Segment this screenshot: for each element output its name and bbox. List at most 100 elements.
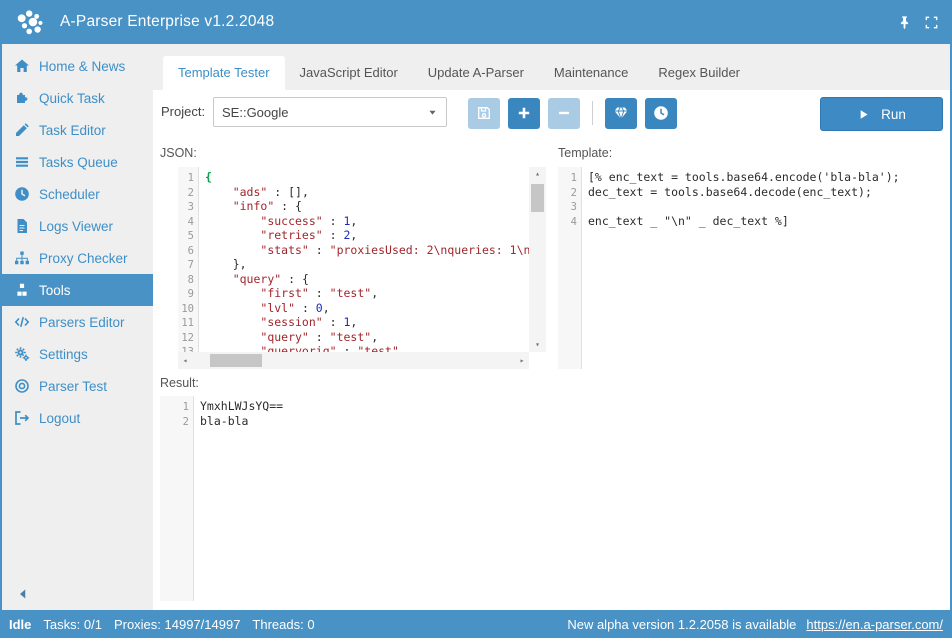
add-button[interactable] [508, 98, 540, 129]
update-available-text: New alpha version 1.2.2058 is available [567, 617, 796, 632]
scroll-up-arrow-icon[interactable]: ▴ [529, 167, 546, 181]
scroll-down-arrow-icon[interactable]: ▾ [529, 338, 546, 352]
code-line: 3 "info" : { [178, 199, 529, 214]
sidebar-item-tasks-queue[interactable]: Tasks Queue [0, 146, 153, 178]
code-line: 9 "first" : "test", [178, 286, 529, 301]
sidebar-item-home-news[interactable]: Home & News [0, 50, 153, 82]
line-number: 2 [160, 415, 194, 430]
line-number: 1 [558, 171, 582, 186]
result-panel-label: Result: [160, 376, 199, 390]
remove-button[interactable] [548, 98, 580, 129]
run-button[interactable]: Run [820, 97, 943, 131]
json-code-area[interactable]: 1{2 "ads" : [],3 "info" : {4 "success" :… [178, 167, 529, 352]
sidebar-item-logout[interactable]: Logout [0, 402, 153, 434]
json-editor: 1{2 "ads" : [],3 "info" : {4 "success" :… [178, 167, 546, 369]
chevron-down-icon [427, 107, 438, 118]
clock-icon [653, 105, 669, 121]
sidebar-item-logs-viewer[interactable]: Logs Viewer [0, 210, 153, 242]
code-line: 13 "queryorig" : "test", [178, 344, 529, 352]
status-threads: Threads: 0 [252, 617, 314, 632]
result-code-area[interactable]: 1YmxhLWJsYQ==2bla-bla [160, 396, 948, 601]
clock-icon [14, 186, 30, 202]
gears-icon [14, 346, 30, 362]
presets-button[interactable] [605, 98, 637, 129]
sidebar-item-proxy-checker[interactable]: Proxy Checker [0, 242, 153, 274]
tab-update-a-parser[interactable]: Update A-Parser [413, 56, 539, 90]
code-line: 4 "success" : 1, [178, 214, 529, 229]
tab-template-tester[interactable]: Template Tester [163, 56, 285, 90]
sidebar-menu: Home & NewsQuick TaskTask Editor Tasks Qu… [0, 50, 153, 434]
pin-icon[interactable] [897, 15, 912, 30]
code-line: 1[% enc_text = tools.base64.encode('bla-… [558, 170, 948, 185]
code-line: 12 "query" : "test", [178, 330, 529, 345]
vscroll-thumb[interactable] [531, 184, 544, 212]
json-panel-label: JSON: [160, 146, 197, 160]
code-line: 5 "retries" : 2, [178, 228, 529, 243]
hscroll-thumb[interactable] [210, 354, 262, 367]
toolbar-separator [592, 101, 593, 125]
tab-regex-builder[interactable]: Regex Builder [643, 56, 755, 90]
sidebar-item-task-editor[interactable]: Task Editor [0, 114, 153, 146]
code-line: 2dec_text = tools.base64.decode(enc_text… [558, 185, 948, 200]
sidebar-item-label: Parsers Editor [39, 315, 125, 330]
sidebar-item-label: Scheduler [39, 187, 100, 202]
home-icon [14, 58, 30, 74]
code-line: 1{ [178, 170, 529, 185]
window-title: A-Parser Enterprise v1.2.2048 [60, 13, 274, 31]
status-left-items: IdleTasks: 0/1Proxies: 14997/14997Thread… [9, 617, 315, 632]
fullscreen-icon[interactable] [924, 15, 939, 30]
gem-icon [613, 105, 629, 121]
json-vscrollbar[interactable]: ▴ ▾ [529, 167, 546, 352]
history-button[interactable] [645, 98, 677, 129]
update-link[interactable]: https://en.a-parser.com/ [806, 617, 943, 632]
tab-javascript-editor[interactable]: JavaScript Editor [285, 56, 413, 90]
cubes-icon [14, 282, 30, 298]
sidebar-item-label: Tasks Queue [39, 155, 118, 170]
project-label: Project: [161, 104, 205, 119]
status-tasks: Tasks: 0/1 [43, 617, 102, 632]
code-line: 10 "lvl" : 0, [178, 301, 529, 316]
sidebar-item-parsers-editor[interactable]: Parsers Editor [0, 306, 153, 338]
sidebar-collapse-arrow[interactable] [17, 588, 29, 600]
code-icon [14, 314, 30, 330]
line-number: 11 [178, 316, 199, 331]
code-line: 11 "session" : 1, [178, 315, 529, 330]
line-number: 1 [178, 171, 199, 186]
target-icon [14, 378, 30, 394]
code-line: 3 [558, 199, 948, 214]
code-line: 2 "ads" : [], [178, 185, 529, 200]
tab-maintenance[interactable]: Maintenance [539, 56, 643, 90]
status-bar: IdleTasks: 0/1Proxies: 14997/14997Thread… [0, 610, 952, 638]
status-proxies: Proxies: 14997/14997 [114, 617, 240, 632]
save-icon [476, 105, 492, 121]
sidebar-item-label: Logs Viewer [39, 219, 113, 234]
file-icon [14, 218, 30, 234]
sidebar-item-parser-test[interactable]: Parser Test [0, 370, 153, 402]
json-hscrollbar[interactable]: ◂ ▸ [178, 352, 529, 369]
logout-icon [14, 410, 30, 426]
line-number: 8 [178, 273, 199, 288]
minus-icon [556, 105, 572, 121]
scroll-right-arrow-icon[interactable]: ▸ [515, 352, 529, 369]
sidebar-item-scheduler[interactable]: Scheduler [0, 178, 153, 210]
sidebar-item-tools[interactable]: Tools [0, 274, 153, 306]
line-number: 3 [558, 200, 582, 215]
pencil-icon [14, 122, 30, 138]
sitemap-icon [14, 250, 30, 266]
line-number: 4 [178, 215, 199, 230]
line-number: 3 [178, 200, 199, 215]
save-button[interactable] [468, 98, 500, 129]
sidebar-item-label: Tools [39, 283, 71, 298]
sidebar-item-label: Parser Test [39, 379, 107, 394]
project-select[interactable]: SE::Google [213, 97, 447, 127]
app-logo-icon [13, 7, 51, 37]
line-number: 10 [178, 302, 199, 317]
sidebar-item-settings[interactable]: Settings [0, 338, 153, 370]
app-window: A-Parser Enterprise v1.2.2048 Home & New… [0, 0, 952, 638]
scroll-left-arrow-icon[interactable]: ◂ [178, 352, 192, 369]
sidebar-item-quick-task[interactable]: Quick Task [0, 82, 153, 114]
template-code-area[interactable]: 1[% enc_text = tools.base64.encode('bla-… [558, 167, 948, 369]
project-select-value: SE::Google [214, 105, 427, 120]
template-panel-label: Template: [558, 146, 612, 160]
result-editor: 1YmxhLWJsYQ==2bla-bla [160, 396, 948, 601]
